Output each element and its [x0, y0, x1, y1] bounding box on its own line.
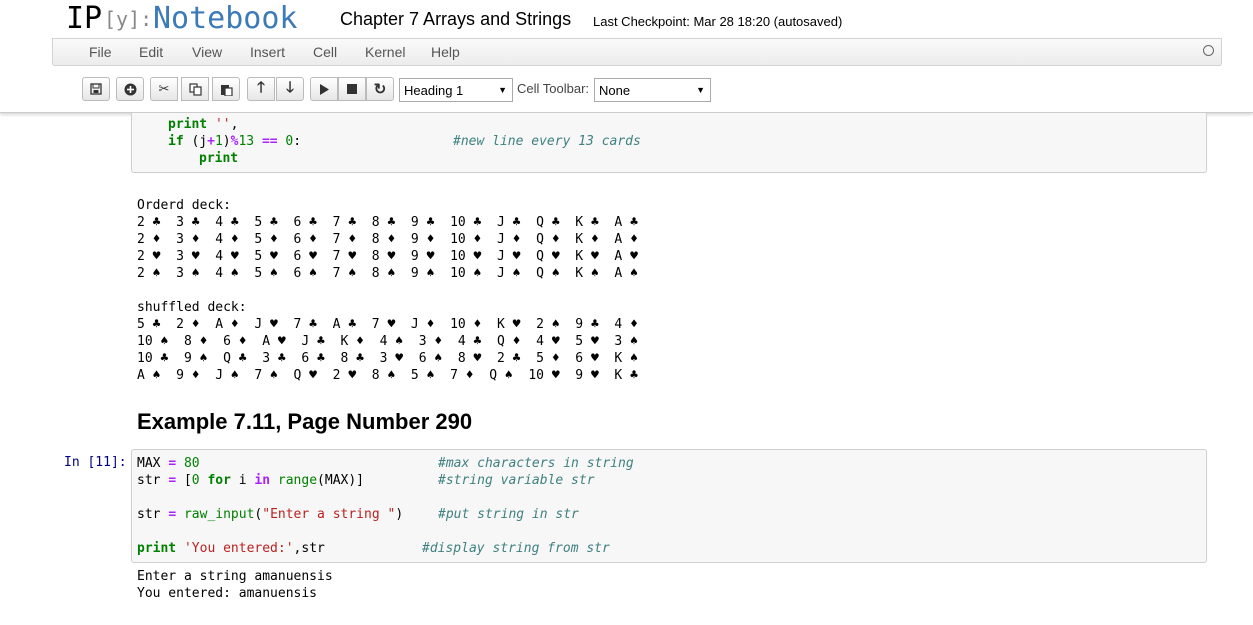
code-comment: #string variable str	[438, 473, 595, 488]
arrow-up-icon: 🡑	[257, 78, 265, 96]
code-line: print	[199, 151, 239, 166]
code-line: print '',	[168, 117, 239, 132]
output-line: 2 ♦ 3 ♦ 4 ♦ 5 ♦ 6 ♦ 7 ♦ 8 ♦ 9 ♦ 10 ♦ J ♦…	[137, 232, 638, 247]
output-line: Enter a string amanuensis	[137, 569, 333, 584]
dropdown-arrow-icon: ▼	[498, 85, 507, 95]
output-line: 2 ♥ 3 ♥ 4 ♥ 5 ♥ 6 ♥ 7 ♥ 8 ♥ 9 ♥ 10 ♥ J ♥…	[137, 249, 638, 264]
output-line: 10 ♣ 9 ♠ Q ♣ 3 ♣ 6 ♣ 8 ♣ 3 ♥ 6 ♠ 8 ♥ 2 ♣…	[137, 351, 638, 366]
menu-insert[interactable]: Insert	[250, 44, 285, 60]
code-comment: #display string from str	[422, 541, 610, 556]
notebook-logo-text[interactable]: Notebook	[153, 1, 298, 36]
dropdown-arrow-icon: ▼	[696, 85, 705, 95]
arrow-down-icon: 🡓	[286, 78, 294, 96]
menu-kernel[interactable]: Kernel	[365, 44, 405, 60]
menu-cell[interactable]: Cell	[313, 44, 337, 60]
cell-toolbar-value: None	[599, 83, 631, 98]
kernel-status-icon	[1203, 45, 1214, 56]
scissors-icon: ✂	[158, 81, 170, 96]
menu-help[interactable]: Help	[431, 44, 460, 60]
code-cell-input[interactable]: print '', if (j+1)%13 == 0: #new line ev…	[131, 113, 1207, 173]
output-line: You entered: amanuensis	[137, 586, 318, 601]
ipython-logo-y[interactable]: [y]:	[104, 7, 152, 31]
ordered-deck-header: Orderd deck:	[137, 198, 231, 213]
menu-edit[interactable]: Edit	[139, 44, 163, 60]
save-button[interactable]	[82, 77, 110, 101]
menu-file[interactable]: File	[89, 44, 112, 60]
move-up-button[interactable]: 🡑	[247, 77, 275, 101]
notebook-container: print '', if (j+1)%13 == 0: #new line ev…	[0, 113, 1253, 625]
move-down-button[interactable]: 🡓	[276, 77, 304, 101]
cut-button[interactable]: ✂	[150, 77, 178, 101]
code-line: print 'You entered:',str	[137, 541, 325, 556]
code-comment: #new line every 13 cards	[453, 134, 641, 149]
output-line: 5 ♣ 2 ♦ A ♦ J ♥ 7 ♣ A ♣ 7 ♥ J ♦ 10 ♦ K ♥…	[137, 317, 638, 332]
copy-button[interactable]	[181, 77, 209, 101]
section-heading: Example 7.11, Page Number 290	[137, 409, 473, 434]
cell-toolbar-label: Cell Toolbar:	[517, 81, 590, 96]
input-prompt: In [11]:	[64, 455, 127, 470]
code-line: if (j+1)%13 == 0:	[168, 134, 302, 149]
code-cell-input[interactable]: MAX = 80 #max characters in string str =…	[131, 449, 1207, 563]
notebook-header: IP [y]: Notebook Chapter 7 Arrays and St…	[0, 0, 1253, 38]
paste-icon	[220, 84, 233, 96]
cell-toolbar-select[interactable]: None ▼	[594, 78, 711, 102]
paste-button[interactable]	[212, 77, 240, 101]
code-line: str = [0 for i in range(MAX)]	[137, 473, 365, 488]
code-line: MAX = 80	[137, 456, 200, 471]
plus-circle-icon	[124, 83, 136, 95]
cell-type-value: Heading 1	[404, 83, 464, 98]
code-comment: #max characters in string	[438, 456, 634, 471]
run-button[interactable]	[310, 77, 338, 101]
cell-type-select[interactable]: Heading 1 ▼	[399, 78, 513, 102]
notebook-title[interactable]: Chapter 7 Arrays and Strings	[340, 9, 571, 30]
shuffled-deck-header: shuffled deck:	[137, 300, 247, 315]
refresh-icon: ↻	[373, 81, 387, 98]
main-toolbar: ✂ 🡑 🡓 ↻ Heading 1 ▼ Cell Toolbar: None ▼	[0, 66, 1253, 113]
code-comment: #put string in str	[438, 507, 579, 522]
restart-button[interactable]: ↻	[366, 77, 394, 101]
stop-icon	[347, 84, 357, 94]
play-icon	[320, 83, 329, 95]
copy-icon	[188, 82, 202, 96]
ipython-logo[interactable]: IP	[66, 1, 102, 36]
output-line: A ♠ 9 ♦ J ♠ 7 ♠ Q ♥ 2 ♥ 8 ♠ 5 ♠ 7 ♦ Q ♠ …	[137, 368, 638, 383]
code-line: str = raw_input("Enter a string ")	[137, 507, 404, 522]
save-icon	[90, 83, 102, 95]
insert-cell-button[interactable]	[116, 77, 144, 101]
output-line: 10 ♠ 8 ♦ 6 ♦ A ♥ J ♣ K ♦ 4 ♠ 3 ♦ 4 ♣ Q ♦…	[137, 334, 638, 349]
interrupt-button[interactable]	[338, 77, 366, 101]
output-line: 2 ♠ 3 ♠ 4 ♠ 5 ♠ 6 ♠ 7 ♠ 8 ♠ 9 ♠ 10 ♠ J ♠…	[137, 266, 638, 281]
checkpoint-status: Last Checkpoint: Mar 28 18:20 (autosaved…	[593, 14, 843, 29]
menu-bar: File Edit View Insert Cell Kernel Help	[52, 38, 1222, 66]
menu-view[interactable]: View	[192, 44, 222, 60]
output-line: 2 ♣ 3 ♣ 4 ♣ 5 ♣ 6 ♣ 7 ♣ 8 ♣ 9 ♣ 10 ♣ J ♣…	[137, 215, 638, 230]
